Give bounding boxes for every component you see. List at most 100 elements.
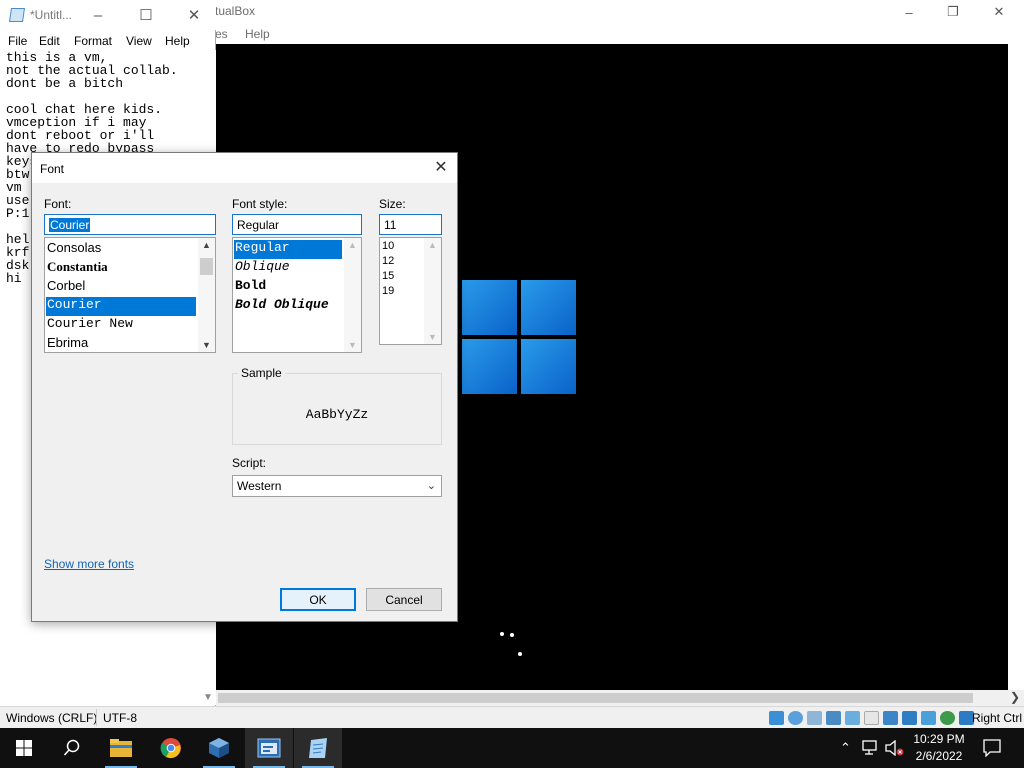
virtualbox-manager-button[interactable]: [195, 728, 243, 768]
scrollbar-thumb[interactable]: [218, 693, 973, 703]
font-list[interactable]: Consolas Constantia Corbel Courier Couri…: [44, 237, 216, 353]
minimize-button[interactable]: –: [886, 0, 932, 24]
close-button[interactable]: ✕: [976, 0, 1022, 24]
horizontal-scrollbar[interactable]: ❯: [215, 690, 1024, 706]
font-name-input[interactable]: Courier: [44, 214, 216, 235]
notepad-minimize-button[interactable]: –: [78, 0, 118, 30]
optical-drive-icon[interactable]: [788, 711, 803, 725]
size-list-item[interactable]: 12: [381, 255, 421, 270]
close-icon: ✕: [187, 7, 201, 24]
size-list-item[interactable]: 19: [381, 285, 421, 300]
sample-text: AaBbYyZz: [305, 407, 369, 422]
virtualization-icon[interactable]: [921, 711, 936, 725]
scroll-up-icon[interactable]: ▲: [348, 240, 357, 250]
ok-button[interactable]: OK: [280, 588, 356, 611]
script-value: Western: [237, 479, 282, 493]
audio-icon[interactable]: [807, 711, 822, 725]
font-list-item[interactable]: Corbel: [46, 278, 196, 297]
menu-help[interactable]: Help: [165, 34, 190, 48]
menu-format[interactable]: Format: [74, 34, 112, 48]
maximize-icon: ☐: [139, 7, 153, 24]
minimize-icon: –: [905, 4, 913, 20]
notepad-maximize-button[interactable]: ☐: [126, 0, 166, 30]
script-dropdown[interactable]: Western ⌄: [232, 475, 442, 497]
font-dialog-titlebar[interactable]: Font ✕: [32, 153, 457, 183]
restore-button[interactable]: ❐: [930, 0, 976, 24]
vm-window-button[interactable]: [245, 728, 293, 768]
scroll-up-icon[interactable]: ▲: [428, 240, 437, 250]
virtualbox-menubar: es Help: [215, 24, 1024, 44]
size-list[interactable]: 10 12 15 19 ▲ ▼: [379, 237, 442, 345]
style-list-item[interactable]: Bold Oblique: [234, 297, 346, 316]
network-icon[interactable]: [826, 711, 841, 725]
scroll-down-icon[interactable]: ▼: [202, 340, 211, 350]
chrome-button[interactable]: [147, 728, 195, 768]
notepad-statusbar: Windows (CRLF) UTF-8: [0, 706, 216, 728]
size-input[interactable]: 11: [379, 214, 442, 235]
font-list-item-selected[interactable]: Courier: [46, 297, 196, 316]
size-list-item[interactable]: 10: [381, 240, 421, 255]
virtualbox-statusbar: Right Ctrl: [215, 706, 1024, 728]
style-list-item-selected[interactable]: Regular: [234, 240, 342, 259]
font-list-item[interactable]: Constantia: [46, 259, 196, 278]
hard-disk-icon[interactable]: [769, 711, 784, 725]
font-dialog-title: Font: [40, 162, 65, 176]
clock[interactable]: 10:29 PM 2/6/2022: [908, 731, 970, 765]
close-icon: ✕: [993, 4, 1005, 19]
font-list-scrollbar[interactable]: ▲ ▼: [198, 238, 215, 352]
start-button[interactable]: [0, 728, 48, 768]
usb-icon[interactable]: [845, 711, 860, 725]
cpu-icon[interactable]: [940, 711, 955, 725]
font-style-input[interactable]: Regular: [232, 214, 362, 235]
notepad-close-button[interactable]: ✕: [174, 0, 214, 30]
search-icon: [63, 739, 80, 756]
menu-edit[interactable]: Edit: [39, 34, 60, 48]
video-capture-icon[interactable]: [902, 711, 917, 725]
show-more-fonts-link[interactable]: Show more fonts: [44, 557, 134, 571]
host-key-label: Right Ctrl: [971, 711, 1022, 725]
scroll-down-icon[interactable]: ▼: [348, 340, 357, 350]
volume-muted-icon[interactable]: [885, 740, 905, 756]
file-explorer-button[interactable]: [97, 728, 145, 768]
font-style-list[interactable]: Regular Oblique Bold Bold Oblique ▲ ▼: [232, 237, 362, 353]
vertical-scrollbar[interactable]: [1008, 44, 1024, 690]
font-dialog: Font ✕ Font: Courier Consolas Constantia…: [31, 152, 458, 622]
size-list-item[interactable]: 15: [381, 270, 421, 285]
size-value: 11: [384, 218, 397, 232]
logo-pane: [521, 339, 576, 394]
notepad-titlebar[interactable]: *Untitl... – ☐ ✕: [0, 0, 216, 30]
menu-file[interactable]: File: [8, 34, 27, 48]
notepad-icon: [309, 738, 327, 758]
ok-button-label: OK: [309, 592, 327, 607]
scroll-down-icon[interactable]: ▼: [203, 692, 213, 703]
font-dialog-close-button[interactable]: ✕: [431, 157, 451, 177]
menu-devices[interactable]: es: [215, 27, 228, 41]
style-list-scrollbar[interactable]: ▲ ▼: [344, 238, 361, 352]
menu-help[interactable]: Help: [245, 27, 270, 41]
font-style-label: Font style:: [232, 197, 288, 211]
font-list-item[interactable]: Consolas: [46, 240, 196, 259]
notifications-icon[interactable]: [983, 739, 1001, 757]
spinner-dot: [510, 633, 514, 637]
virtualbox-icon: [209, 738, 229, 758]
network-icon[interactable]: [862, 740, 880, 756]
show-hidden-icons-chevron-up-icon[interactable]: ⌃: [840, 740, 851, 756]
script-label: Script:: [232, 456, 267, 470]
cancel-button[interactable]: Cancel: [366, 588, 442, 611]
style-list-item[interactable]: Bold: [234, 278, 342, 297]
scrollbar-thumb[interactable]: [200, 258, 213, 275]
font-list-item[interactable]: Ebrima: [46, 335, 196, 352]
font-name-value: Courier: [49, 218, 91, 232]
menu-view[interactable]: View: [126, 34, 152, 48]
scroll-down-icon[interactable]: ▼: [428, 332, 437, 342]
scroll-up-icon[interactable]: ▲: [202, 240, 211, 250]
search-button[interactable]: [48, 728, 96, 768]
font-list-item[interactable]: Courier New: [46, 316, 196, 335]
close-icon: ✕: [434, 159, 448, 176]
scroll-right-icon[interactable]: ❯: [1010, 690, 1020, 704]
shared-folders-icon[interactable]: [864, 711, 879, 725]
style-list-item[interactable]: Oblique: [234, 259, 342, 278]
size-list-scrollbar[interactable]: ▲ ▼: [424, 238, 441, 344]
display-icon[interactable]: [883, 711, 898, 725]
notepad-button[interactable]: [294, 728, 342, 768]
